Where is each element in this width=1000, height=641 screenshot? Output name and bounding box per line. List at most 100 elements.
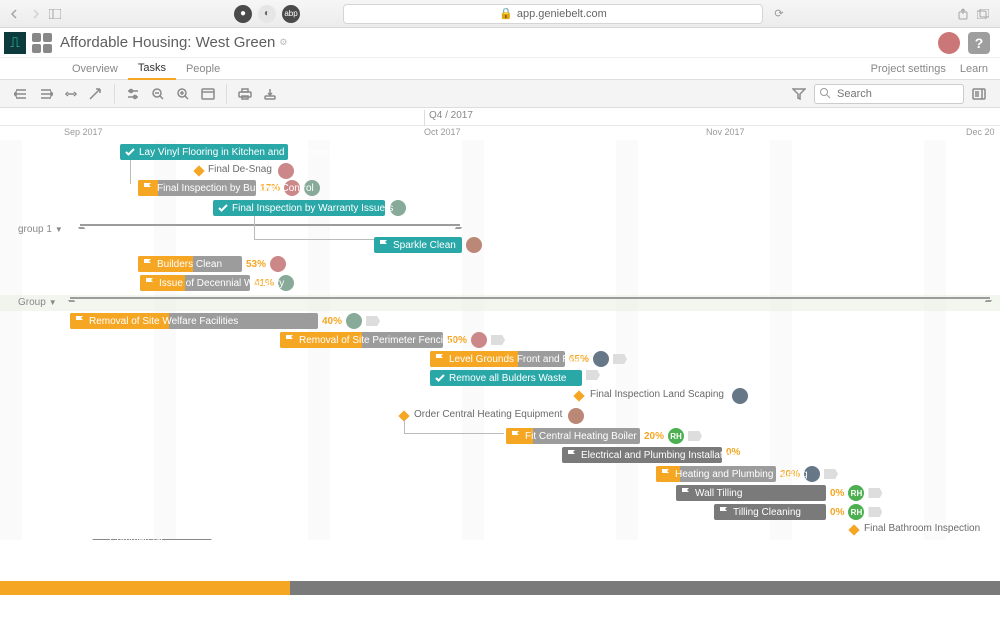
help-button[interactable]: ?	[968, 32, 990, 54]
assignee-avatar[interactable]	[270, 256, 286, 272]
tag-icon[interactable]	[613, 354, 627, 364]
milestone-bathinsp-label: Final Bathroom Inspection	[864, 523, 980, 534]
ext-icon-2[interactable]: ◐	[258, 5, 276, 23]
ext-icon-1[interactable]: ●	[234, 5, 252, 23]
task-welfare-pct: 40%	[322, 316, 342, 327]
task-waste[interactable]: Remove all Bulders Waste	[430, 370, 582, 386]
month-sep: Sep 2017	[64, 127, 103, 137]
outdent-icon[interactable]	[10, 84, 32, 104]
brand-logo[interactable]: ⎍	[4, 32, 26, 54]
task-welfare[interactable]: Removal of Site Welfare Facilities	[70, 313, 318, 329]
task-fencing[interactable]: Removal of Site Perimeter Fencing	[280, 332, 443, 348]
filter-icon[interactable]	[788, 84, 810, 104]
group-1-label[interactable]: group 1▼	[18, 224, 63, 235]
scrollbar-thumb[interactable]	[0, 581, 290, 595]
task-bcontrol-label: Final Inspection by Building Control	[157, 183, 314, 194]
task-boiler-pct: 20%	[644, 431, 664, 442]
sidebar-button[interactable]	[46, 5, 64, 23]
tabs-button[interactable]	[974, 5, 992, 23]
tag-icon[interactable]	[868, 488, 882, 498]
panel-toggle-icon[interactable]	[968, 84, 990, 104]
link-learn[interactable]: Learn	[960, 63, 988, 75]
export-icon[interactable]	[259, 84, 281, 104]
reload-button[interactable]: ⟳	[769, 7, 789, 20]
milestone-desnag-label: Final De-Snag	[208, 164, 272, 175]
task-bcontrol[interactable]: Final Inspection by Building Control	[138, 180, 256, 196]
calendar-icon[interactable]	[197, 84, 219, 104]
tag-icon[interactable]	[824, 469, 838, 479]
ext-icon-3[interactable]: abp	[282, 5, 300, 23]
assignee-avatar[interactable]	[346, 313, 362, 329]
task-tclean-pct: 0%	[830, 507, 844, 518]
assignee-avatar[interactable]	[593, 351, 609, 367]
task-boiler[interactable]: Fit Central Heating Boiler	[506, 428, 640, 444]
search-input[interactable]	[814, 84, 964, 104]
task-tclean[interactable]: Tilling Cleaning	[714, 504, 826, 520]
assignee-avatar[interactable]	[471, 332, 487, 348]
q4-label: Q4 / 2017	[424, 110, 473, 126]
tag-icon[interactable]	[688, 431, 702, 441]
task-decennial-label: Issue of Decennial Warranty	[159, 278, 284, 289]
gantt-area[interactable]: Lay Vinyl Flooring in Kitchen and Bathro…	[0, 140, 1000, 595]
task-waste-label: Remove all Bulders Waste	[449, 373, 566, 384]
link-tool-icon[interactable]	[60, 84, 82, 104]
task-boiler-label: Fit Central Heating Boiler	[525, 431, 637, 442]
assignee-avatar[interactable]	[466, 237, 482, 253]
overview-scrollbar[interactable]	[0, 581, 1000, 595]
group-2-label[interactable]: Group▼	[18, 297, 57, 308]
task-plumbtest[interactable]: Heating and Plumbing Testing	[656, 466, 776, 482]
task-grounds-label: Level Grounds Front and Rear	[449, 354, 584, 365]
indent-icon[interactable]	[35, 84, 57, 104]
task-decennial[interactable]: Issue of Decennial Warranty	[140, 275, 250, 291]
arrow-tool-icon[interactable]	[85, 84, 107, 104]
forward-button[interactable]	[26, 5, 44, 23]
task-builders-pct: 53%	[246, 259, 266, 270]
project-title: Affordable Housing: West Green	[60, 34, 275, 51]
task-sparkle-label: Sparkle Clean	[393, 240, 456, 251]
timeline-quarter-row: Q4 / 2017	[0, 108, 1000, 126]
task-grounds[interactable]: Level Grounds Front and Rear	[430, 351, 565, 367]
task-warranty[interactable]: Final Inspection by Warranty Issuers	[213, 200, 385, 216]
month-nov: Nov 2017	[706, 127, 745, 137]
tab-tasks[interactable]: Tasks	[128, 58, 176, 80]
assignee-avatar[interactable]: RH	[848, 485, 864, 501]
settings-dot[interactable]: ⚙	[279, 37, 287, 48]
sliders-icon[interactable]	[122, 84, 144, 104]
tag-icon[interactable]	[586, 370, 600, 380]
task-vinyl[interactable]: Lay Vinyl Flooring in Kitchen and Bathro…	[120, 144, 288, 160]
share-button[interactable]	[954, 5, 972, 23]
link-project-settings[interactable]: Project settings	[871, 63, 946, 75]
assignee-avatar[interactable]	[732, 388, 748, 404]
avatar[interactable]	[938, 32, 960, 54]
print-icon[interactable]	[234, 84, 256, 104]
nav-tabs: Overview Tasks People Project settings L…	[0, 58, 1000, 80]
task-sparkle[interactable]: Sparkle Clean	[374, 237, 462, 253]
back-button[interactable]	[6, 5, 24, 23]
tab-overview[interactable]: Overview	[62, 59, 128, 79]
assignee-avatar[interactable]	[568, 408, 584, 424]
apps-icon[interactable]	[32, 33, 52, 53]
zoom-out-icon[interactable]	[147, 84, 169, 104]
address-bar[interactable]: 🔒 app.geniebelt.com	[343, 4, 763, 24]
task-fencing-label: Removal of Site Perimeter Fencing	[299, 335, 454, 346]
group-2-bracket	[70, 297, 990, 303]
tab-people[interactable]: People	[176, 59, 230, 79]
month-oct: Oct 2017	[424, 127, 461, 137]
assignee-avatar[interactable]: RH	[848, 504, 864, 520]
timeline-month-row: Sep 2017 Oct 2017 Nov 2017 Dec 20	[0, 126, 1000, 140]
task-plumbtest-label: Heating and Plumbing Testing	[675, 469, 808, 480]
app-header: ⎍ Affordable Housing: West Green ⚙ ?	[0, 28, 1000, 58]
task-vinyl-label: Lay Vinyl Flooring in Kitchen and Bathro…	[139, 147, 331, 158]
tag-icon[interactable]	[491, 335, 505, 345]
task-tclean-label: Tilling Cleaning	[733, 507, 801, 518]
tag-icon[interactable]	[868, 507, 882, 517]
zoom-in-icon[interactable]	[172, 84, 194, 104]
task-builders[interactable]: Builders Clean	[138, 256, 242, 272]
assignee-avatar[interactable]	[278, 163, 294, 179]
month-dec: Dec 20	[966, 127, 995, 137]
lock-icon: 🔒	[499, 7, 513, 20]
task-tilling[interactable]: Wall Tilling	[676, 485, 826, 501]
assignee-avatar[interactable]: RH	[668, 428, 684, 444]
tag-icon[interactable]	[366, 316, 380, 326]
task-elec[interactable]: Electrical and Plumbing Installation	[562, 447, 722, 463]
